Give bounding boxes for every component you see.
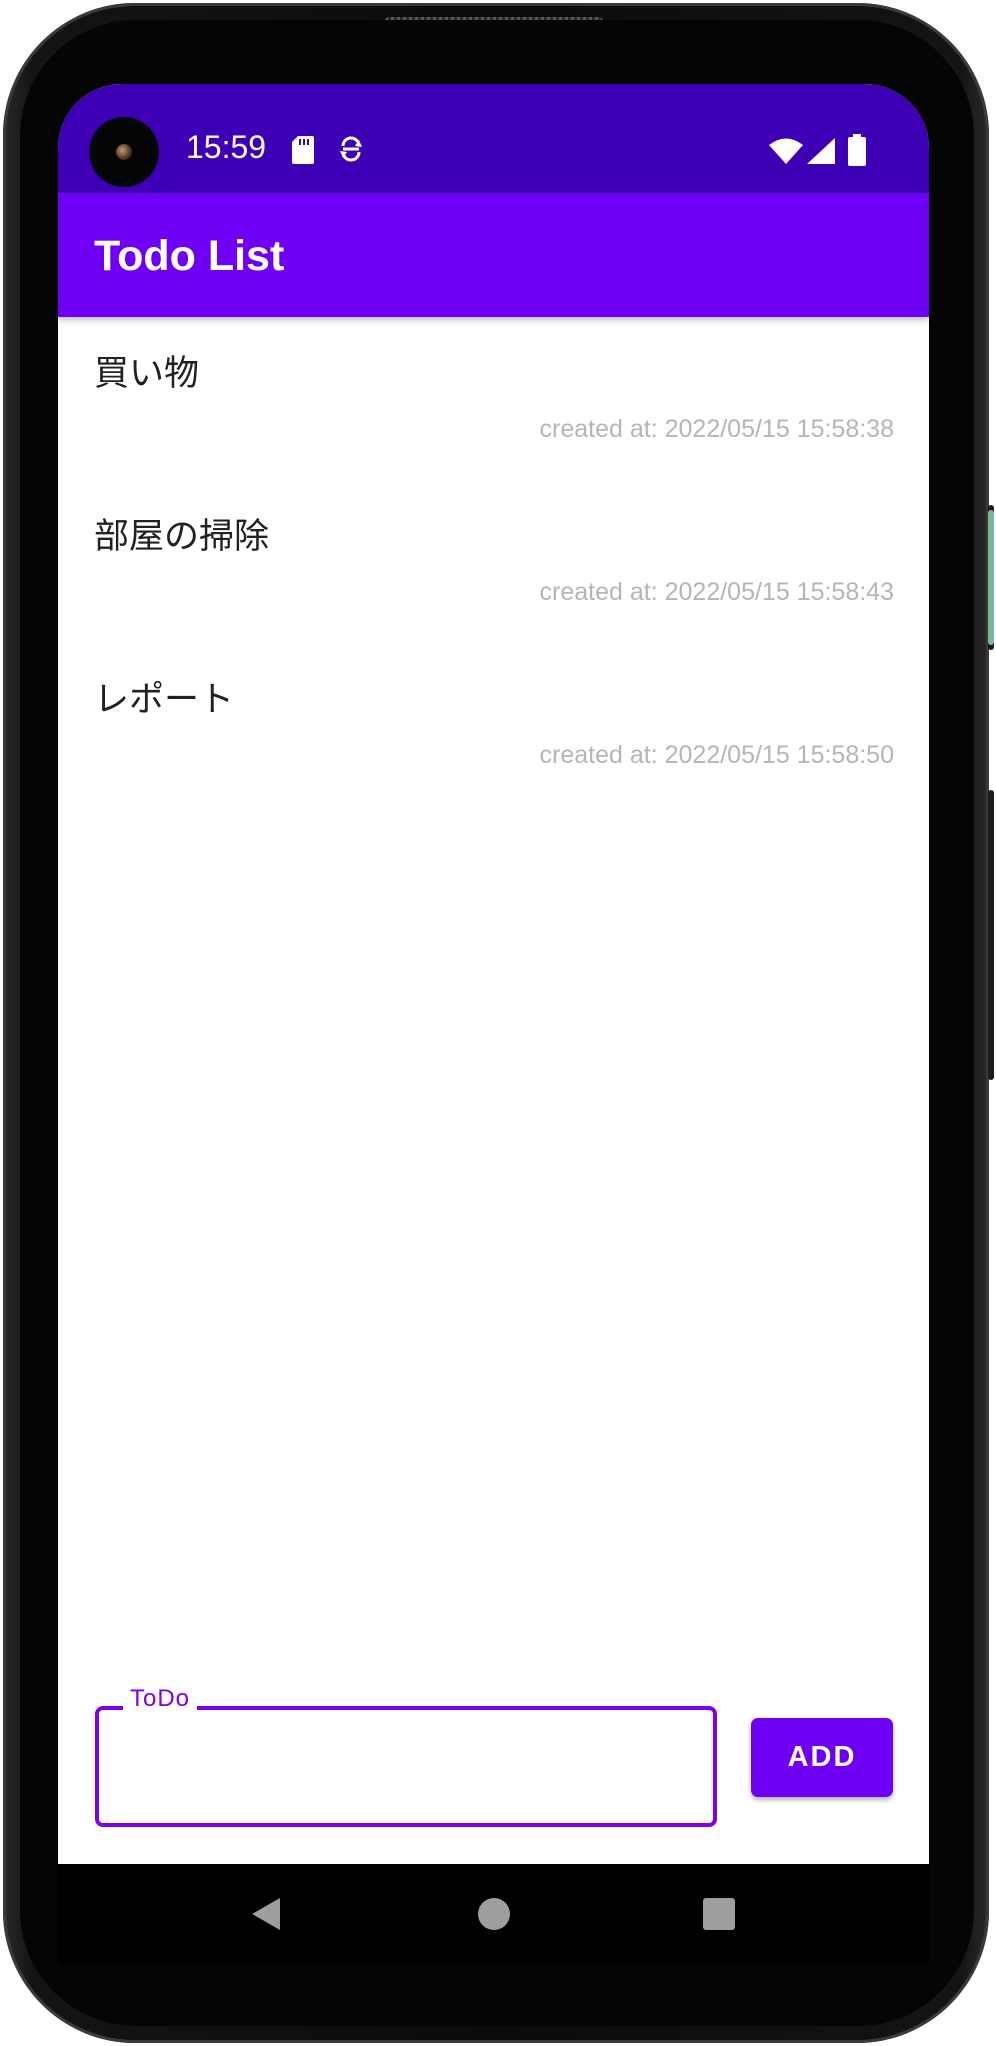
screen: 15:59 Todo List 買い物 created at: 2022/05/… [58, 84, 929, 1864]
todo-created-at: created at: 2022/05/15 15:58:38 [539, 415, 894, 443]
app-bar: Todo List [58, 193, 929, 317]
todo-input-label: ToDo [123, 1687, 198, 1711]
home-icon[interactable] [474, 1894, 514, 1934]
status-time: 15:59 [186, 129, 267, 165]
todo-title: 部屋の掃除 [94, 517, 270, 557]
camera-lens [116, 144, 132, 160]
todo-input-field[interactable]: ToDo [95, 1687, 717, 1827]
sync-icon [340, 136, 362, 162]
todo-item[interactable]: レポート created at: 2022/05/15 15:58:50 [58, 643, 929, 806]
todo-item[interactable]: 買い物 created at: 2022/05/15 15:58:38 [58, 317, 929, 480]
todo-input[interactable] [119, 1740, 679, 1790]
navigation-bar [58, 1864, 929, 1964]
power-button [988, 510, 994, 645]
todo-created-at: created at: 2022/05/15 15:58:43 [539, 578, 894, 606]
todo-created-at: created at: 2022/05/15 15:58:50 [539, 741, 894, 769]
side-button [988, 790, 994, 1080]
todo-title: レポート [94, 680, 235, 720]
status-bar: 15:59 [58, 84, 929, 193]
battery-icon [848, 134, 866, 166]
todo-list: 買い物 created at: 2022/05/15 15:58:38 部屋の掃… [58, 317, 929, 806]
front-camera [89, 117, 159, 187]
back-icon[interactable] [248, 1894, 288, 1934]
sd-card-icon [292, 136, 314, 164]
todo-title: 買い物 [94, 354, 200, 394]
app-title: Todo List [94, 232, 285, 280]
recents-icon[interactable] [699, 1894, 739, 1934]
cellular-signal-icon [807, 138, 835, 164]
wifi-icon [769, 138, 803, 164]
todo-item[interactable]: 部屋の掃除 created at: 2022/05/15 15:58:43 [58, 480, 929, 643]
add-button[interactable]: ADD [751, 1718, 893, 1797]
